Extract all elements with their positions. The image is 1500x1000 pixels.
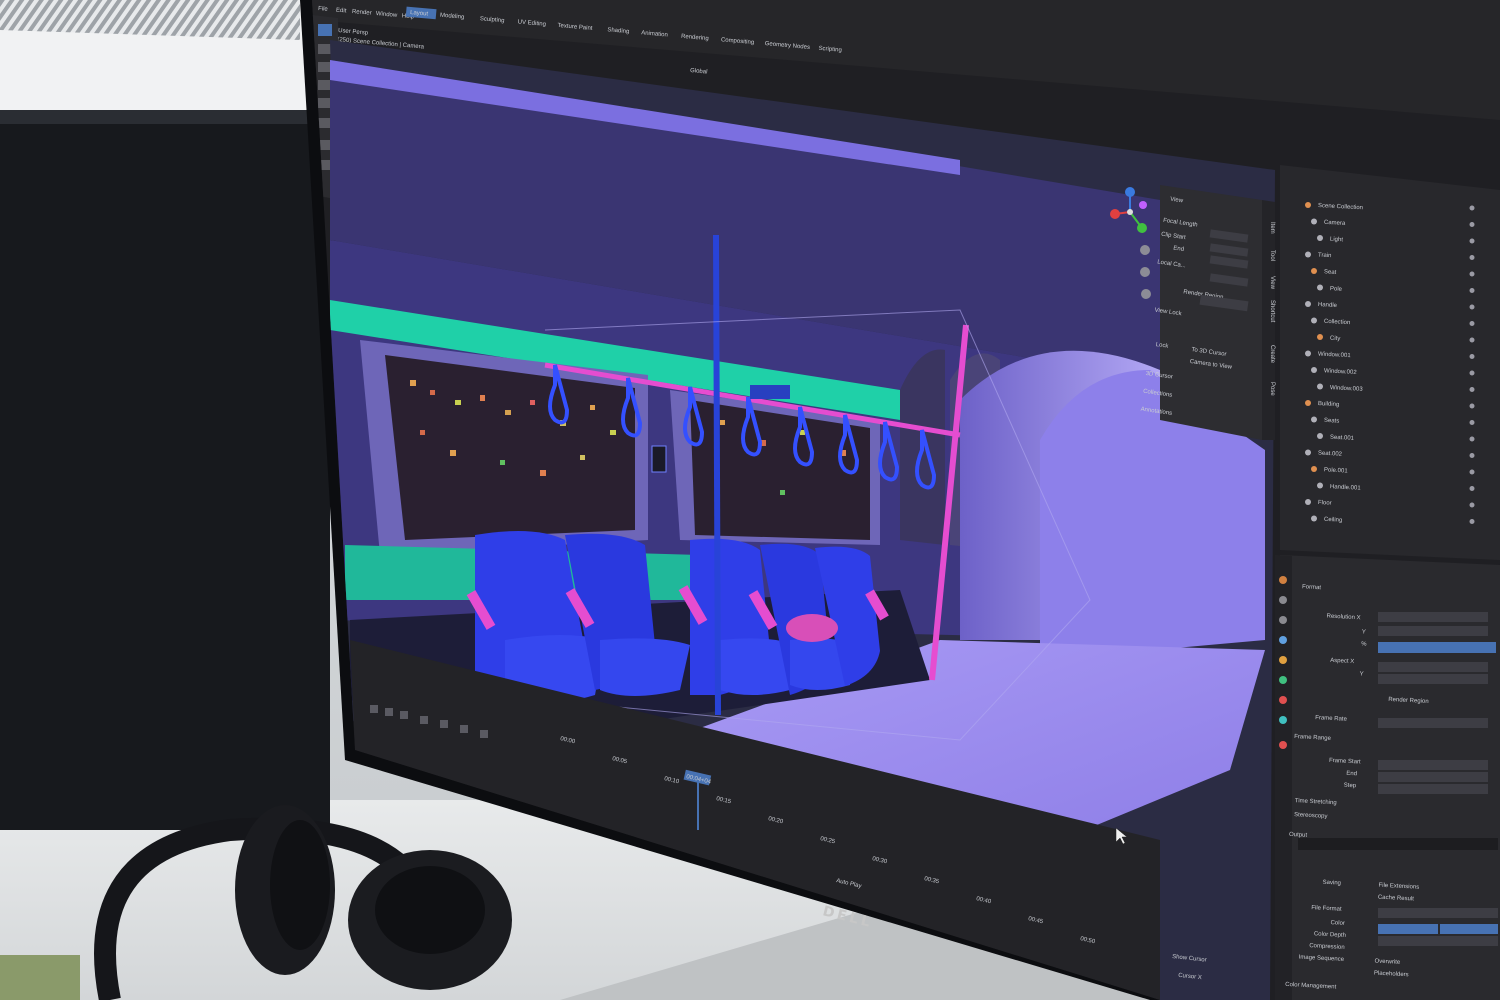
npanel-tab-tool[interactable]: Tool bbox=[1269, 250, 1275, 261]
props-format-header[interactable]: Format bbox=[1302, 584, 1322, 591]
outliner-row-label: Seat bbox=[1324, 269, 1337, 276]
outliner-row-label: Building bbox=[1318, 401, 1340, 408]
outliner-object-icon bbox=[1305, 301, 1311, 307]
outliner-row-label: Handle bbox=[1318, 302, 1338, 309]
outliner-object-icon bbox=[1305, 499, 1311, 505]
outliner-object-icon bbox=[1311, 268, 1317, 274]
visibility-eye-icon[interactable] bbox=[1469, 321, 1475, 326]
outliner-row-label: Train bbox=[1318, 253, 1332, 260]
outliner-object-icon bbox=[1305, 400, 1311, 406]
menu-edit[interactable]: Edit bbox=[336, 8, 347, 15]
npanel-tab-pose[interactable]: Pose bbox=[1269, 382, 1275, 396]
outliner-object-icon bbox=[1317, 482, 1323, 489]
outliner-object-icon bbox=[1305, 350, 1311, 357]
visibility-eye-icon[interactable] bbox=[1469, 403, 1475, 409]
visibility-eye-icon[interactable] bbox=[1469, 337, 1475, 343]
props-output-header[interactable]: Output bbox=[1289, 832, 1308, 839]
npanel-tab-item[interactable]: Item bbox=[1269, 222, 1275, 234]
outliner-object-icon bbox=[1317, 235, 1323, 241]
outliner-row-label: Seats bbox=[1324, 418, 1340, 425]
outliner-object-icon bbox=[1305, 449, 1311, 456]
visibility-eye-icon[interactable] bbox=[1469, 205, 1475, 211]
green-device bbox=[0, 955, 80, 1000]
visibility-eye-icon[interactable] bbox=[1469, 304, 1475, 310]
outliner-row-label: City bbox=[1330, 336, 1341, 343]
outliner-object-icon bbox=[1311, 317, 1317, 324]
outliner-row-label: Camera bbox=[1324, 220, 1346, 227]
outliner-row-label: Light bbox=[1330, 237, 1344, 244]
outliner-object-icon bbox=[1305, 251, 1311, 258]
visibility-eye-icon[interactable] bbox=[1469, 288, 1475, 293]
photo-scene: File Edit Render Window Help Layout Mode… bbox=[0, 0, 1500, 1000]
visibility-eye-icon[interactable] bbox=[1469, 453, 1475, 458]
npanel-tab-shortcut[interactable]: Shortcut bbox=[1269, 300, 1275, 323]
visibility-eye-icon[interactable] bbox=[1469, 387, 1475, 392]
pc-tower bbox=[0, 0, 330, 830]
props-aspect-x: Aspect X bbox=[1330, 658, 1354, 665]
visibility-eye-icon[interactable] bbox=[1469, 222, 1475, 227]
outliner-row-label: Pole.001 bbox=[1324, 467, 1349, 474]
visibility-eye-icon[interactable] bbox=[1469, 486, 1475, 491]
npanel-tab-view[interactable]: View bbox=[1269, 276, 1275, 290]
visibility-eye-icon[interactable] bbox=[1469, 271, 1475, 277]
outliner-object-icon bbox=[1311, 466, 1317, 472]
visibility-eye-icon[interactable] bbox=[1469, 420, 1475, 425]
outliner-object-icon bbox=[1317, 383, 1323, 390]
outliner-object-icon bbox=[1311, 515, 1317, 522]
visibility-eye-icon[interactable] bbox=[1469, 370, 1475, 376]
props-saving: Saving bbox=[1322, 880, 1341, 887]
outliner-object-icon bbox=[1317, 433, 1323, 439]
visibility-eye-icon[interactable] bbox=[1469, 519, 1475, 524]
outliner-object-icon bbox=[1305, 202, 1311, 208]
outliner-object-icon bbox=[1317, 334, 1323, 340]
visibility-eye-icon[interactable] bbox=[1469, 436, 1475, 442]
menu-file[interactable]: File bbox=[318, 6, 329, 13]
outliner-row-label: Floor bbox=[1318, 500, 1332, 507]
visibility-eye-icon[interactable] bbox=[1469, 502, 1475, 508]
visibility-eye-icon[interactable] bbox=[1469, 354, 1475, 359]
props-frame-step: Step bbox=[1344, 783, 1357, 790]
scene-character bbox=[786, 614, 838, 642]
props-resolution-y: Y bbox=[1362, 629, 1366, 635]
props-resolution-percent: % bbox=[1361, 641, 1367, 647]
visibility-eye-icon[interactable] bbox=[1469, 469, 1475, 475]
outliner-object-icon bbox=[1311, 218, 1317, 225]
props-frame-end: End bbox=[1346, 771, 1357, 778]
visibility-eye-icon[interactable] bbox=[1469, 238, 1475, 244]
props-aspect-y: Y bbox=[1359, 671, 1363, 677]
outliner-object-icon bbox=[1311, 367, 1317, 373]
npanel-tab-create[interactable]: Create bbox=[1269, 345, 1275, 364]
scene-pole-blue bbox=[713, 234, 721, 716]
outliner-object-icon bbox=[1317, 284, 1323, 291]
outliner-row-label: Ceiling bbox=[1324, 517, 1343, 524]
scene-display-panel bbox=[651, 445, 667, 473]
outliner-object-icon bbox=[1311, 416, 1317, 423]
scene-sign bbox=[750, 385, 790, 399]
outliner-row-label: Pole bbox=[1330, 286, 1343, 293]
visibility-eye-icon[interactable] bbox=[1469, 255, 1475, 260]
props-color: Color bbox=[1330, 920, 1345, 927]
